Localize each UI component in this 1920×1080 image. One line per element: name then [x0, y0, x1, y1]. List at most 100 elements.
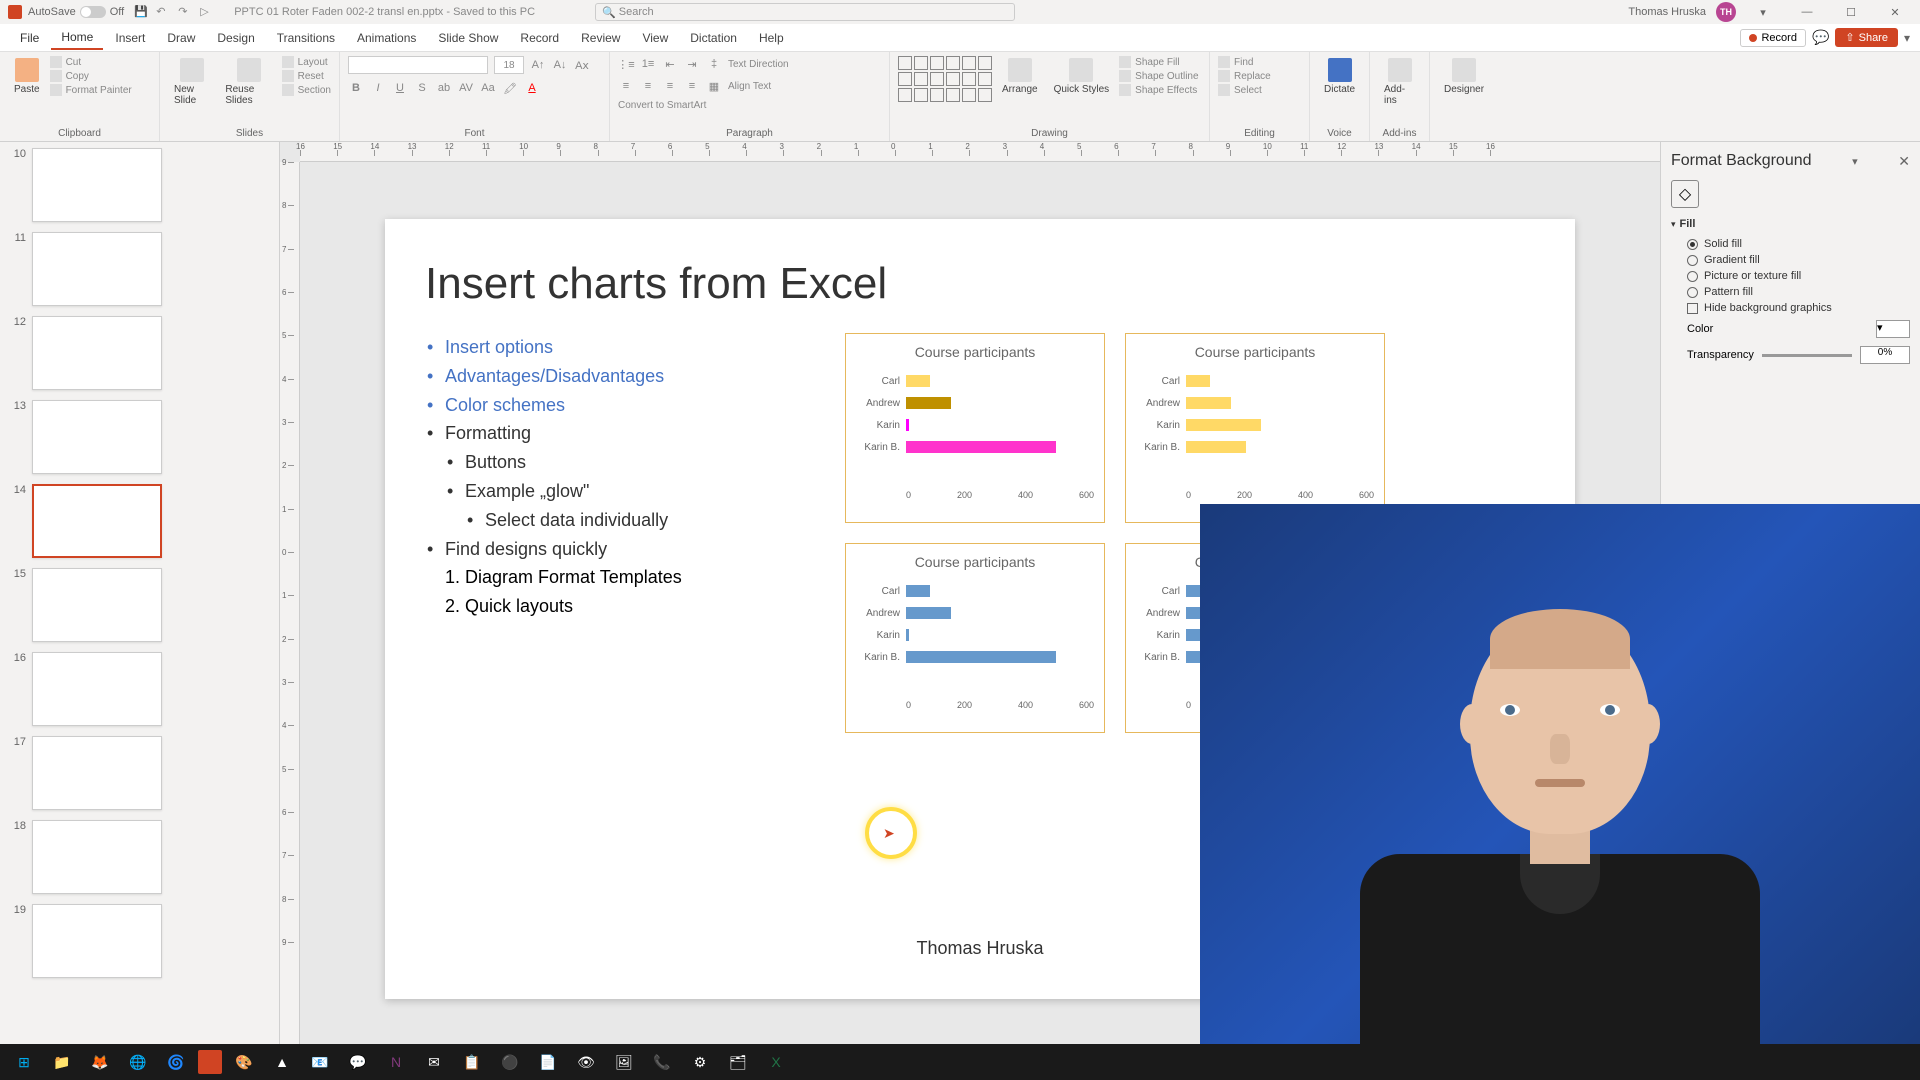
app-icon-2[interactable]: 📧	[304, 1048, 336, 1076]
thumbnail-12[interactable]: 12	[6, 316, 273, 390]
font-family-input[interactable]	[348, 56, 488, 74]
tab-insert[interactable]: Insert	[105, 27, 155, 49]
new-slide-button[interactable]: New Slide	[168, 56, 215, 108]
font-color-button[interactable]: A	[524, 80, 540, 96]
align-left-button[interactable]: ≡	[618, 78, 634, 94]
ribbon-options-icon[interactable]: ▾	[1746, 6, 1780, 19]
addins-button[interactable]: Add-ins	[1378, 56, 1421, 108]
tab-file[interactable]: File	[10, 27, 49, 49]
autosave-toggle[interactable]: AutoSave Off	[28, 6, 124, 18]
search-input[interactable]: 🔍 Search	[595, 3, 1015, 21]
align-text-button[interactable]: Align Text	[728, 81, 771, 92]
paste-button[interactable]: Paste	[8, 56, 46, 97]
case-button[interactable]: Aa	[480, 80, 496, 96]
picture-fill-radio[interactable]: Picture or texture fill	[1671, 268, 1910, 284]
shape-outline-button[interactable]: Shape Outline	[1119, 70, 1198, 82]
tab-transitions[interactable]: Transitions	[267, 27, 345, 49]
arrange-button[interactable]: Arrange	[996, 56, 1044, 97]
transparency-slider[interactable]	[1762, 354, 1852, 357]
layout-button[interactable]: Layout	[282, 56, 331, 68]
app-icon-10[interactable]: 🗂	[722, 1048, 754, 1076]
file-explorer-icon[interactable]: 📁	[46, 1048, 78, 1076]
mode-switch-icon[interactable]: ▾	[1904, 31, 1910, 45]
color-picker-button[interactable]: ▾	[1876, 320, 1910, 338]
app-icon-9[interactable]: ⚙	[684, 1048, 716, 1076]
app-icon-4[interactable]: ✉	[418, 1048, 450, 1076]
quick-styles-button[interactable]: Quick Styles	[1048, 56, 1116, 97]
thumbnail-15[interactable]: 15	[6, 568, 273, 642]
copy-button[interactable]: Copy	[50, 70, 132, 82]
tab-review[interactable]: Review	[571, 27, 630, 49]
shapes-gallery[interactable]	[898, 56, 992, 102]
increase-font-icon[interactable]: A↑	[530, 57, 546, 73]
maximize-icon[interactable]: ☐	[1834, 6, 1868, 19]
tab-view[interactable]: View	[632, 27, 678, 49]
user-avatar[interactable]: TH	[1716, 2, 1736, 22]
tab-design[interactable]: Design	[207, 27, 264, 49]
decrease-font-icon[interactable]: A↓	[552, 57, 568, 73]
fill-mode-icon[interactable]: ◇	[1671, 180, 1699, 208]
tab-draw[interactable]: Draw	[157, 27, 205, 49]
line-spacing-button[interactable]: ‡	[706, 56, 722, 72]
convert-smartart-button[interactable]: Convert to SmartArt	[618, 100, 706, 111]
justify-button[interactable]: ≡	[684, 78, 700, 94]
dictate-button[interactable]: Dictate	[1318, 56, 1361, 97]
tab-home[interactable]: Home	[51, 26, 103, 50]
taskbar[interactable]: ⊞ 📁 🦊 🌐 🌀 🎨 ▲ 📧 💬 N ✉ 📋 ⚫ 📄 👁 🖼 📞 ⚙ 🗂 X	[0, 1044, 1920, 1080]
columns-button[interactable]: ▦	[706, 78, 722, 94]
shape-fill-button[interactable]: Shape Fill	[1119, 56, 1198, 68]
thumbnail-11[interactable]: 11	[6, 232, 273, 306]
edge-icon[interactable]: 🌀	[160, 1048, 192, 1076]
start-slideshow-icon[interactable]: ▷	[200, 5, 214, 19]
shape-effects-button[interactable]: Shape Effects	[1119, 84, 1198, 96]
clear-format-icon[interactable]: Aⅹ	[574, 57, 590, 73]
firefox-icon[interactable]: 🦊	[84, 1048, 116, 1076]
transparency-input[interactable]: 0%	[1860, 346, 1910, 364]
highlight-button[interactable]: 🖍	[502, 80, 518, 96]
designer-button[interactable]: Designer	[1438, 56, 1490, 97]
excel-icon[interactable]: X	[760, 1048, 792, 1076]
font-size-input[interactable]	[494, 56, 524, 74]
section-button[interactable]: Section	[282, 84, 331, 96]
reuse-slides-button[interactable]: Reuse Slides	[219, 56, 277, 108]
record-button[interactable]: Record	[1740, 29, 1805, 47]
cut-button[interactable]: Cut	[50, 56, 132, 68]
thumbnail-10[interactable]: 10	[6, 148, 273, 222]
whatsapp-icon[interactable]: 📞	[646, 1048, 678, 1076]
decrease-indent-button[interactable]: ⇤	[662, 56, 678, 72]
tab-record[interactable]: Record	[510, 27, 569, 49]
gradient-fill-radio[interactable]: Gradient fill	[1671, 252, 1910, 268]
spacing-button[interactable]: AV	[458, 80, 474, 96]
thumbnail-17[interactable]: 17	[6, 736, 273, 810]
fill-section[interactable]: ▾Fill	[1671, 218, 1910, 230]
share-button[interactable]: ⇧Share	[1835, 28, 1898, 47]
increase-indent-button[interactable]: ⇥	[684, 56, 700, 72]
app-icon-5[interactable]: 📋	[456, 1048, 488, 1076]
thumbnail-14[interactable]: 14	[6, 484, 273, 558]
solid-fill-radio[interactable]: Solid fill	[1671, 236, 1910, 252]
tab-slideshow[interactable]: Slide Show	[428, 27, 508, 49]
app-icon-8[interactable]: 🖼	[608, 1048, 640, 1076]
pattern-fill-radio[interactable]: Pattern fill	[1671, 284, 1910, 300]
vlc-icon[interactable]: ▲	[266, 1048, 298, 1076]
italic-button[interactable]: I	[370, 80, 386, 96]
select-button[interactable]: Select	[1218, 84, 1271, 96]
bullets-button[interactable]: ⋮≡	[618, 56, 634, 72]
save-icon[interactable]: 💾	[134, 5, 148, 19]
find-button[interactable]: Find	[1218, 56, 1271, 68]
tab-animations[interactable]: Animations	[347, 27, 426, 49]
chrome-icon[interactable]: 🌐	[122, 1048, 154, 1076]
thumbnail-19[interactable]: 19	[6, 904, 273, 978]
thumbnail-panel[interactable]: 10111213141516171819	[0, 142, 280, 1056]
comments-icon[interactable]: 💬	[1812, 29, 1829, 46]
thumbnail-16[interactable]: 16	[6, 652, 273, 726]
shadow-button[interactable]: ab	[436, 80, 452, 96]
undo-icon[interactable]: ↶	[156, 5, 170, 19]
minimize-icon[interactable]: —	[1790, 6, 1824, 18]
thumbnail-18[interactable]: 18	[6, 820, 273, 894]
align-right-button[interactable]: ≡	[662, 78, 678, 94]
app-icon-7[interactable]: 👁	[570, 1048, 602, 1076]
align-center-button[interactable]: ≡	[640, 78, 656, 94]
tab-dictation[interactable]: Dictation	[680, 27, 747, 49]
tab-help[interactable]: Help	[749, 27, 794, 49]
